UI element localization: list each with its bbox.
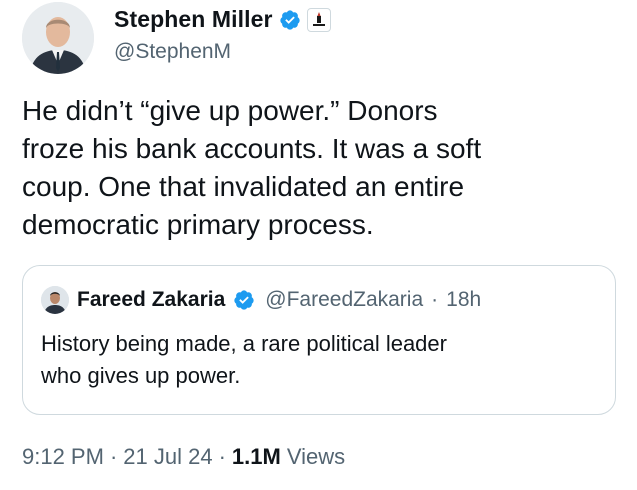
quoted-author-handle[interactable]: @FareedZakaria	[265, 288, 423, 312]
tweet-text: He didn’t “give up power.” Donors froze …	[22, 92, 612, 244]
verified-badge-icon	[279, 9, 301, 31]
tweet-meta: 9:12 PM · 21 Jul 24 · 1.1M Views	[22, 444, 345, 470]
views-label: Views	[286, 444, 346, 469]
author-handle[interactable]: @StephenM	[114, 40, 231, 64]
quoted-header: Fareed Zakaria @FareedZakaria · 18h	[41, 286, 481, 314]
quoted-text-line: who gives up power.	[41, 363, 241, 388]
author-name-row: Stephen Miller	[114, 6, 331, 33]
tweet-card: Stephen Miller @StephenM He didn’t “give…	[0, 0, 637, 490]
separator-dot: ·	[218, 444, 226, 469]
tweet-text-line: He didn’t “give up power.” Donors	[22, 95, 438, 126]
flag-affiliate-badge-icon[interactable]	[306, 7, 331, 32]
quoted-tweet[interactable]: Fareed Zakaria @FareedZakaria · 18h Hist…	[22, 265, 616, 415]
separator-dot: ·	[109, 444, 118, 469]
quoted-text-line: History being made, a rare political lea…	[41, 331, 447, 356]
quoted-timestamp[interactable]: 18h	[446, 288, 481, 312]
tweet-date[interactable]: 21 Jul 24	[123, 444, 212, 470]
separator-dot: ·	[431, 288, 439, 311]
tweet-text-line: froze his bank accounts. It was a soft	[22, 133, 482, 164]
author-name[interactable]: Stephen Miller	[114, 6, 273, 33]
quoted-author-avatar[interactable]	[41, 286, 69, 314]
tweet-header: Stephen Miller @StephenM	[22, 0, 622, 80]
views-count[interactable]: 1.1M	[232, 444, 281, 470]
verified-badge-icon	[233, 289, 255, 311]
quoted-author-name[interactable]: Fareed Zakaria	[77, 288, 225, 312]
person-avatar-icon	[41, 286, 69, 314]
tweet-time[interactable]: 9:12 PM	[22, 444, 104, 470]
author-avatar[interactable]	[22, 2, 94, 74]
person-avatar-icon	[22, 2, 94, 74]
tweet-text-line: coup. One that invalidated an entire	[22, 171, 465, 202]
quoted-text: History being made, a rare political lea…	[41, 328, 601, 392]
tweet-text-line: democratic primary process.	[22, 209, 374, 240]
